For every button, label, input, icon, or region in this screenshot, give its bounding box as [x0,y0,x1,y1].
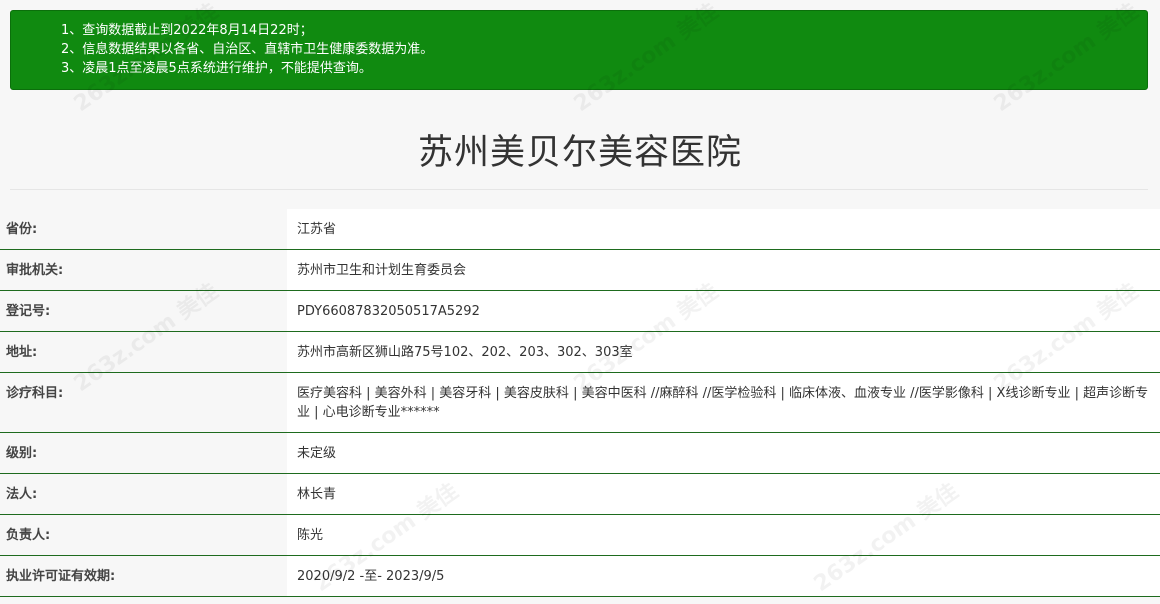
row-value-legal-person: 林长青 [287,473,1160,515]
row-value-registration-no: PDY66087832050517A5292 [287,290,1160,332]
notice-line-2: 2、信息数据结果以各省、自治区、直辖市卫生健康委数据为准。 [61,42,434,57]
row-label-level: 级别: [0,432,287,474]
row-label-legal-person: 法人: [0,473,287,515]
row-label-departments: 诊疗科目: [0,372,287,433]
row-label-address: 地址: [0,331,287,373]
row-value-province: 江苏省 [287,209,1160,250]
table-row: 省份: 江苏省 [0,209,1160,250]
row-label-person-in-charge: 负责人: [0,514,287,556]
row-value-level: 未定级 [287,432,1160,474]
table-row: 负责人: 陈光 [0,514,1160,556]
row-value-address: 苏州市高新区狮山路75号102、202、203、302、303室 [287,331,1160,373]
notice-line-3: 3、凌晨1点至凌晨5点系统进行维护，不能提供查询。 [61,61,372,76]
notice-banner: 1、查询数据截止到2022年8月14日22时； 2、信息数据结果以各省、自治区、… [10,10,1148,90]
hospital-info-table: 省份: 江苏省 审批机关: 苏州市卫生和计划生育委员会 登记号: PDY6608… [0,209,1160,597]
table-row: 地址: 苏州市高新区狮山路75号102、202、203、302、303室 [0,331,1160,373]
notice-line-1: 1、查询数据截止到2022年8月14日22时； [61,23,313,38]
table-row: 级别: 未定级 [0,432,1160,474]
row-label-license-validity: 执业许可证有效期: [0,555,287,597]
row-label-registration-no: 登记号: [0,290,287,332]
table-row: 审批机关: 苏州市卫生和计划生育委员会 [0,249,1160,291]
row-label-province: 省份: [0,209,287,250]
table-row: 法人: 林长青 [0,473,1160,515]
page-title: 苏州美贝尔美容医院 [417,133,742,173]
row-value-approval-authority: 苏州市卫生和计划生育委员会 [287,249,1160,291]
row-value-person-in-charge: 陈光 [287,514,1160,556]
title-divider [10,189,1148,190]
row-value-departments: 医疗美容科 | 美容外科 | 美容牙科 | 美容皮肤科 | 美容中医科 //麻醉… [287,372,1160,433]
row-value-license-validity: 2020/9/2 -至- 2023/9/5 [287,555,1160,597]
row-label-approval-authority: 审批机关: [0,249,287,291]
table-row: 执业许可证有效期: 2020/9/2 -至- 2023/9/5 [0,555,1160,597]
table-row: 登记号: PDY66087832050517A5292 [0,290,1160,332]
table-row: 诊疗科目: 医疗美容科 | 美容外科 | 美容牙科 | 美容皮肤科 | 美容中医… [0,372,1160,433]
